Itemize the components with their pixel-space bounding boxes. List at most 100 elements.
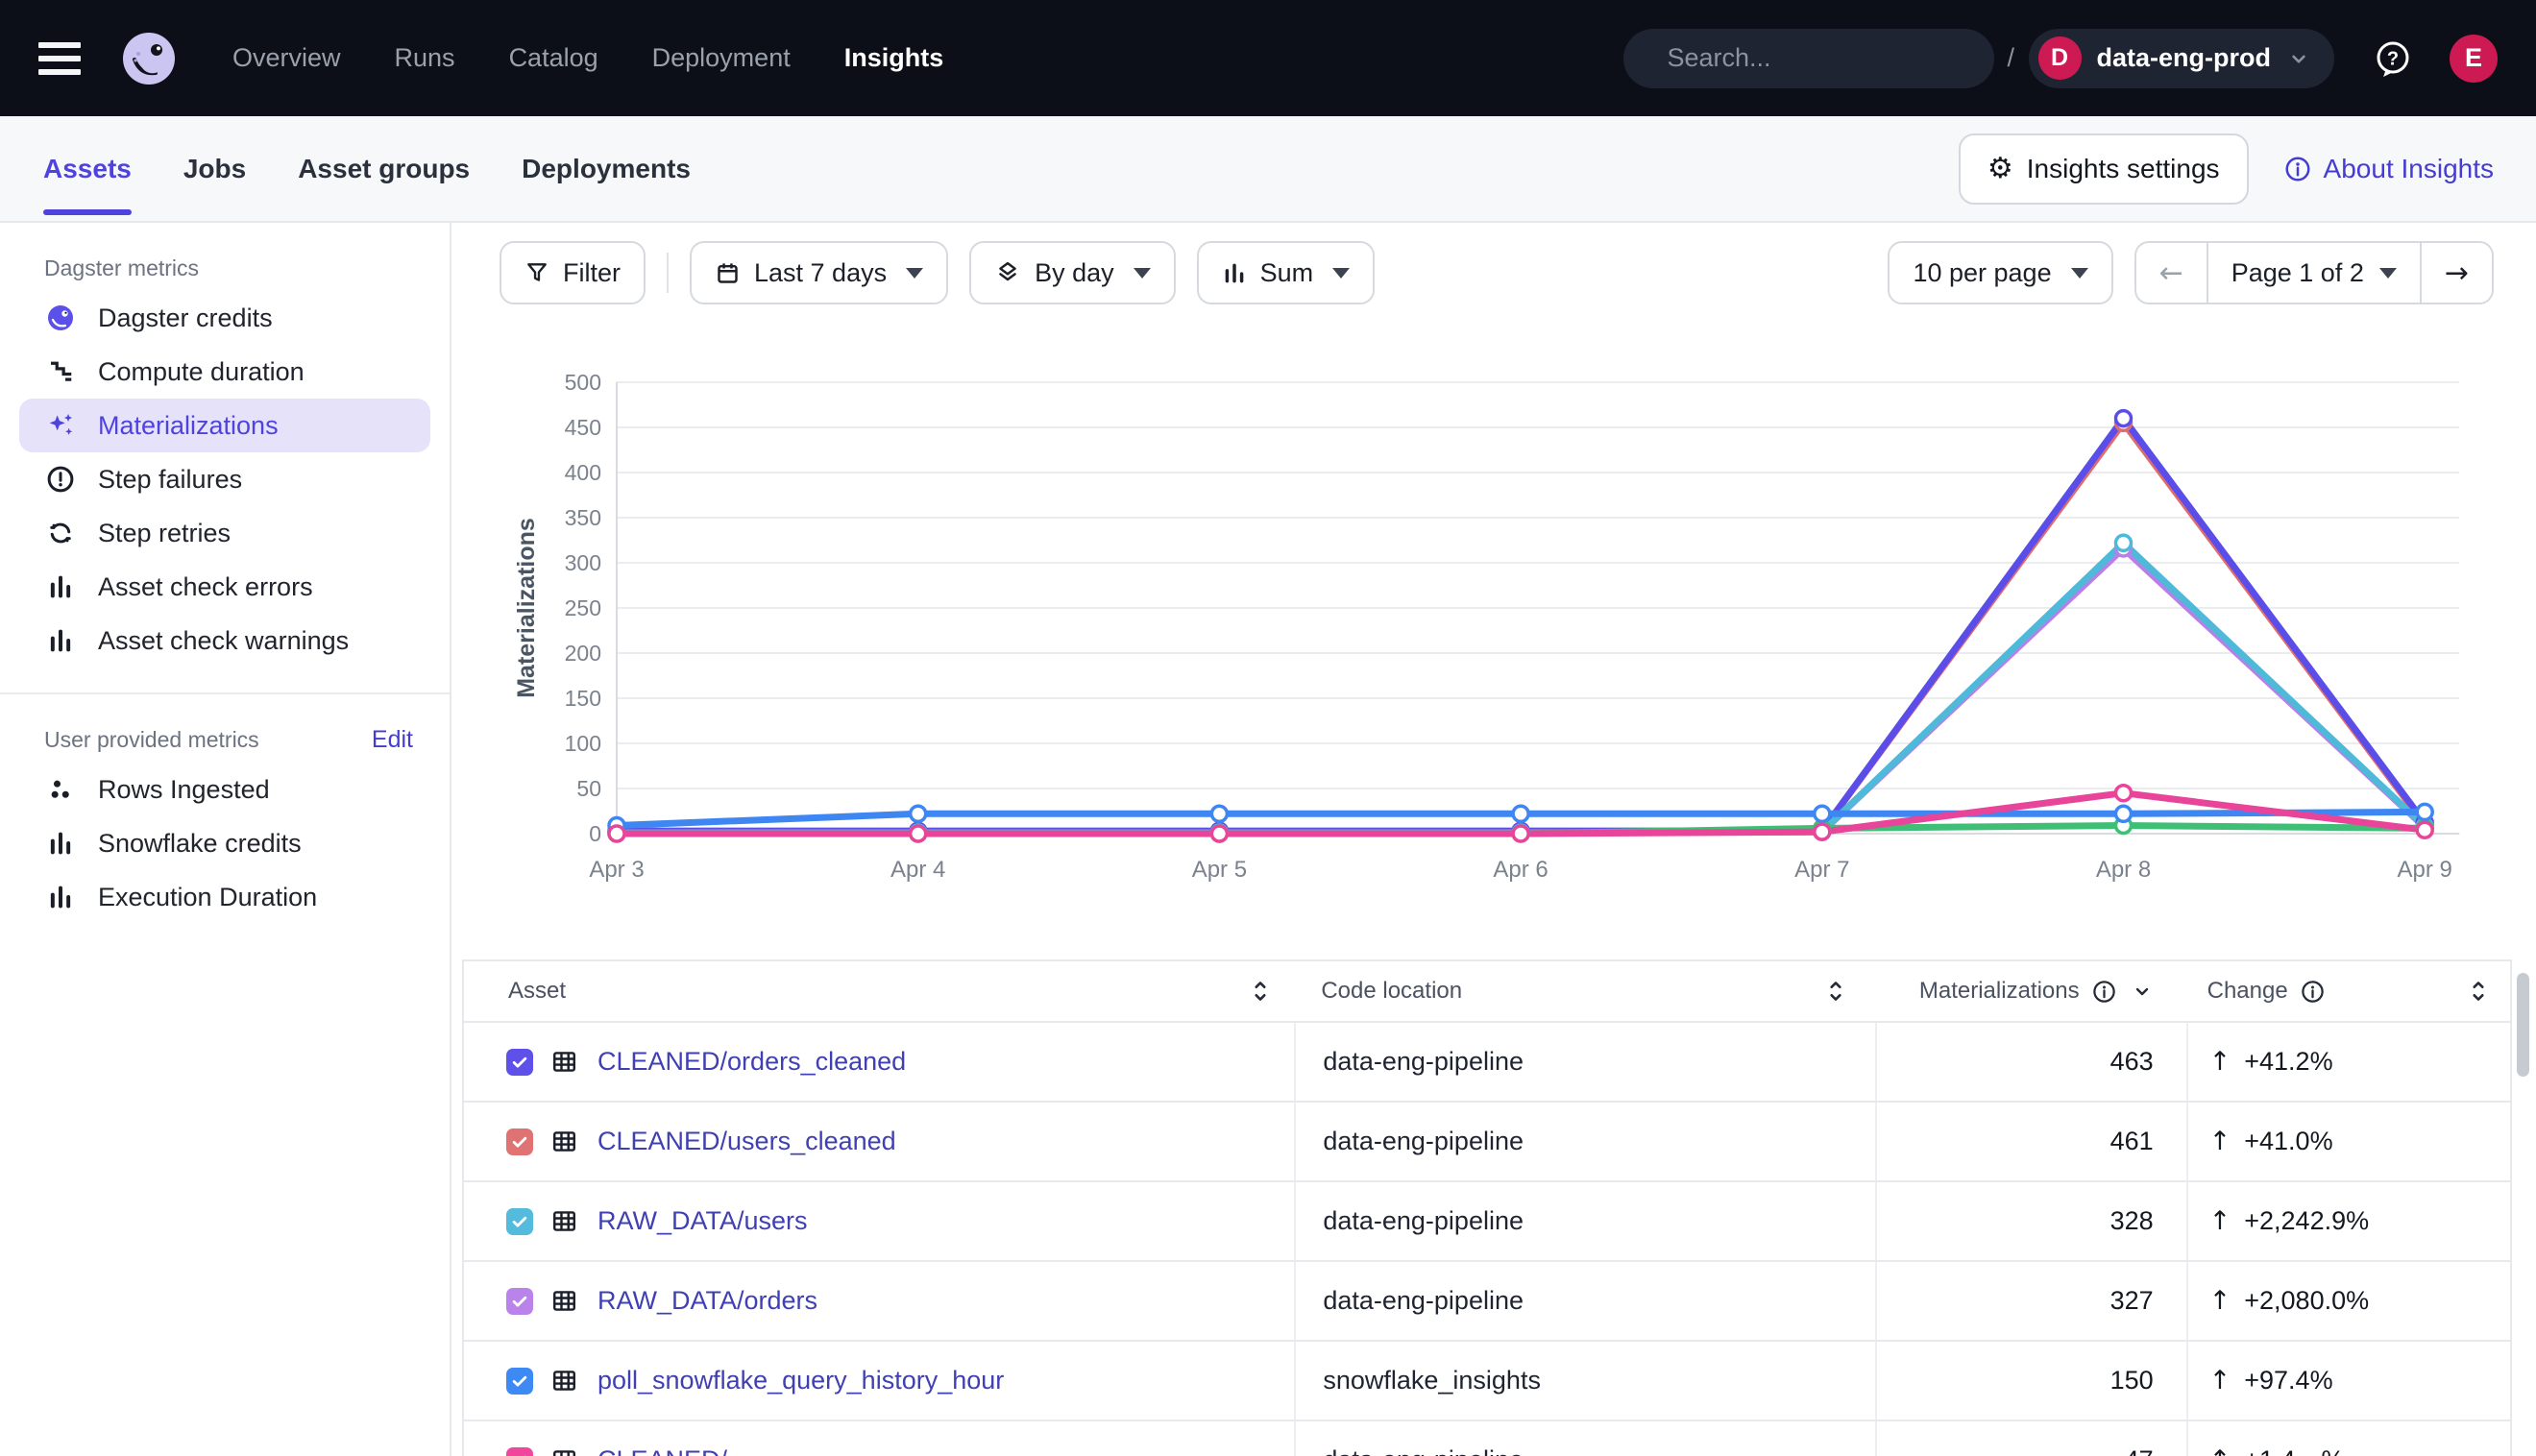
insights-settings-button[interactable]: ⚙ Insights settings [1959,133,2249,205]
info-icon[interactable] [2300,979,2326,1005]
svg-text:?: ? [2387,48,2399,69]
svg-text:450: 450 [565,415,601,440]
change-value: ↑+2,080.0% [2209,1286,2369,1316]
sort-icon[interactable] [2466,977,2491,1006]
nav-catalog[interactable]: Catalog [509,43,598,73]
sidebar-item-materializations[interactable]: Materializations [19,399,430,452]
asset-link[interactable]: CLEANED/… [597,1445,753,1456]
series-checkbox[interactable] [506,1368,533,1395]
secondary-nav: Assets Jobs Asset groups Deployments ⚙ I… [0,116,2536,223]
nav-runs[interactable]: Runs [395,43,455,73]
nav-deployment[interactable]: Deployment [652,43,791,73]
asset-link[interactable]: RAW_DATA/orders [597,1286,817,1316]
column-header-materializations[interactable]: Materializations [1919,978,2080,1005]
gear-icon: ⚙ [1987,152,2013,185]
svg-text:200: 200 [565,641,601,666]
bar-chart-icon [1222,260,1247,285]
sidebar-item-step-failures[interactable]: Step failures [19,452,430,506]
series-checkbox[interactable] [506,1049,533,1076]
asset-link[interactable]: CLEANED/users_cleaned [597,1127,896,1156]
aggregation-select[interactable]: Sum [1197,241,1376,304]
sidebar-item-rows-ingested[interactable]: Rows Ingested [19,763,430,816]
svg-text:Apr 9: Apr 9 [2398,857,2452,883]
tab-jobs[interactable]: Jobs [183,116,246,221]
materializations-value: 461 [2110,1127,2154,1156]
sidebar-item-execution-duration[interactable]: Execution Duration [19,870,430,924]
tab-assets[interactable]: Assets [43,116,132,221]
svg-text:0: 0 [589,821,601,846]
search-input[interactable] [1668,43,2008,73]
table-row: poll_snowflake_query_history_hoursnowfla… [464,1342,2510,1421]
filter-button[interactable]: Filter [500,241,646,304]
org-name: data-eng-prod [2097,43,2272,73]
prev-page-button[interactable]: ← [2136,243,2207,303]
sort-icon[interactable] [1248,977,1273,1006]
org-switcher[interactable]: D data-eng-prod [2029,29,2335,88]
series-checkbox[interactable] [506,1288,533,1315]
svg-text:Apr 4: Apr 4 [890,857,945,883]
next-page-button[interactable]: → [2420,243,2492,303]
svg-text:400: 400 [565,460,601,485]
sidebar-item-dagster-credits[interactable]: Dagster credits [19,291,430,345]
help-icon[interactable]: ? [2373,38,2413,79]
layers-icon [994,259,1021,286]
code-location: data-eng-pipeline [1323,1047,1524,1077]
series-checkbox[interactable] [506,1447,533,1456]
dots-icon [44,773,77,806]
dagster-logo-icon[interactable] [121,31,177,86]
materializations-value: 463 [2110,1047,2154,1077]
scrollbar-thumb[interactable] [2517,973,2529,1077]
arrow-up-icon: ↑ [2209,1127,2231,1156]
column-header-code-location[interactable]: Code location [1321,978,1462,1005]
tab-deployments[interactable]: Deployments [522,116,691,221]
chart-canvas[interactable]: 050100150200250300350400450500Apr 3Apr 4… [451,322,2536,917]
sidebar-item-step-retries[interactable]: Step retries [19,506,430,560]
bar-chart-icon [44,570,77,603]
page-select[interactable]: Page 1 of 2 [2207,243,2420,303]
sidebar-item-asset-check-warnings[interactable]: Asset check warnings [19,614,430,667]
table-row: CLEANED/…data-eng-pipeline47↑+1,4…% [464,1421,2510,1456]
sidebar-item-snowflake-credits[interactable]: Snowflake credits [19,816,430,870]
series-checkbox[interactable] [506,1208,533,1235]
filter-icon [524,260,549,285]
sort-desc-icon[interactable] [2131,980,2154,1003]
top-nav: Overview Runs Catalog Deployment Insight… [0,0,2536,116]
series-checkbox[interactable] [506,1128,533,1155]
date-range-select[interactable]: Last 7 days [690,241,948,304]
column-header-change[interactable]: Change [2207,978,2288,1005]
asset-link[interactable]: poll_snowflake_query_history_hour [597,1366,1004,1395]
about-insights-link[interactable]: About Insights [2283,154,2494,184]
svg-text:150: 150 [565,686,601,711]
pagination-control: ← Page 1 of 2 → [2134,241,2494,304]
caret-down-icon [2379,268,2397,279]
arrow-up-icon: ↑ [2209,1206,2231,1236]
per-page-select[interactable]: 10 per page [1888,241,2112,304]
tab-asset-groups[interactable]: Asset groups [298,116,470,221]
sidebar-item-compute-duration[interactable]: Compute duration [19,345,430,399]
materializations-value: 47 [2125,1445,2154,1456]
bar-chart-icon [44,881,77,913]
change-value: ↑+41.2% [2209,1047,2333,1077]
bar-chart-icon [44,624,77,657]
change-value: ↑+97.4% [2209,1366,2333,1395]
nav-overview[interactable]: Overview [232,43,341,73]
user-avatar[interactable]: E [2450,35,2498,83]
table-asset-icon [550,1367,578,1395]
sort-icon[interactable] [1823,977,1848,1006]
granularity-select[interactable]: By day [969,241,1176,304]
menu-icon[interactable] [38,42,81,75]
nav-insights[interactable]: Insights [844,43,944,73]
sidebar-item-asset-check-errors[interactable]: Asset check errors [19,560,430,614]
compute-duration-icon [44,355,77,388]
search-box[interactable]: / [1623,29,1994,88]
materializations-icon [44,409,77,442]
asset-link[interactable]: RAW_DATA/users [597,1206,808,1236]
info-icon[interactable] [2091,979,2117,1005]
table-scrollbar[interactable] [2517,965,2530,1456]
table-header: Asset Code location Materializations Cha… [464,961,2510,1023]
asset-link[interactable]: CLEANED/orders_cleaned [597,1047,906,1077]
column-header-asset[interactable]: Asset [508,978,566,1005]
change-value: ↑+41.0% [2209,1127,2333,1156]
edit-metrics-link[interactable]: Edit [372,703,413,754]
table-row: CLEANED/orders_cleaned data-eng-pipeline 4… [464,1023,2510,1103]
